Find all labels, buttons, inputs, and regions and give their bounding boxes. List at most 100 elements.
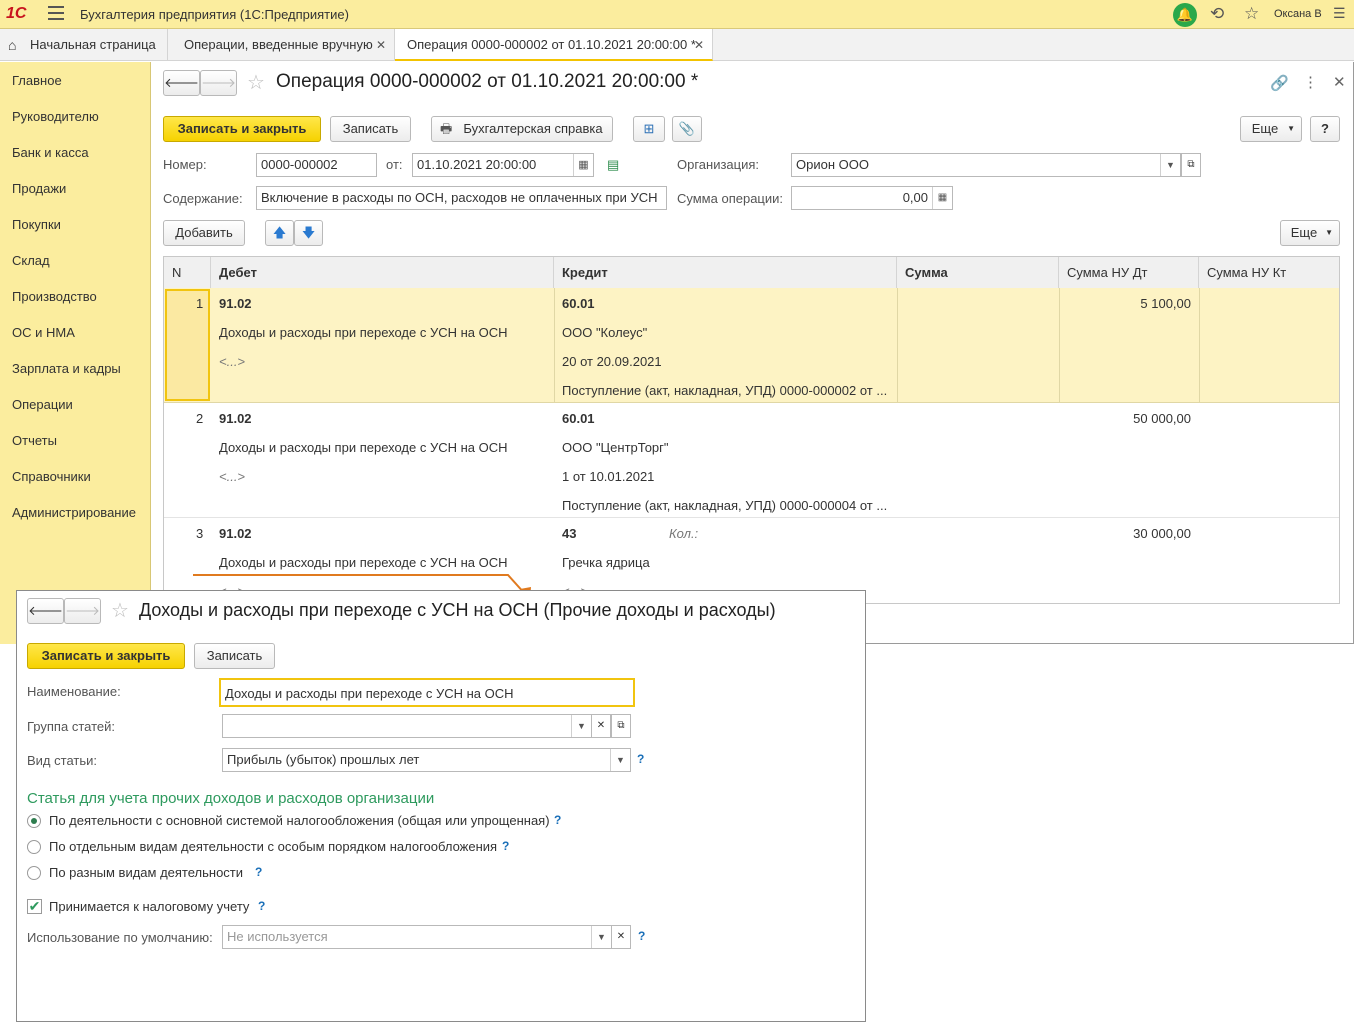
column-header-debit[interactable]: Дебет: [211, 257, 554, 288]
accounting-report-button[interactable]: 🖶 Бухгалтерская справка: [431, 116, 613, 142]
debit-subconto-empty[interactable]: <...>: [219, 469, 245, 484]
sidebar-item-warehouse[interactable]: Склад: [12, 253, 50, 268]
credit-subconto-3[interactable]: Поступление (акт, накладная, УПД) 0000-0…: [562, 383, 887, 398]
sidebar-item-admin[interactable]: Администрирование: [12, 505, 136, 520]
credit-quantity-label[interactable]: Кол.:: [669, 526, 698, 541]
save-button[interactable]: Записать: [194, 643, 275, 669]
favorite-star-icon[interactable]: ☆: [111, 598, 129, 623]
back-button[interactable]: 🡐: [163, 70, 200, 96]
credit-subconto-1[interactable]: ООО "Колеус": [562, 325, 647, 340]
forward-button[interactable]: 🡒: [200, 70, 237, 96]
column-header-n[interactable]: N: [164, 257, 211, 288]
number-field[interactable]: 0000-000002: [256, 153, 377, 177]
sidebar-item-bank[interactable]: Банк и касса: [12, 145, 89, 160]
open-icon[interactable]: ⧉: [1181, 153, 1201, 177]
user-name[interactable]: Оксана В: [1274, 8, 1322, 20]
tax-accounting-label[interactable]: Принимается к налоговому учету: [49, 899, 249, 914]
column-header-sum[interactable]: Сумма: [897, 257, 1059, 288]
group-field[interactable]: ▼: [222, 714, 592, 738]
close-tab-icon[interactable]: ✕: [376, 29, 386, 61]
help-icon[interactable]: ?: [258, 899, 265, 913]
sidebar-item-reports[interactable]: Отчеты: [12, 433, 57, 448]
content-field[interactable]: Включение в расходы по ОСН, расходов не …: [256, 186, 667, 210]
sum-nu-dt[interactable]: 30 000,00: [1059, 526, 1191, 541]
chevron-down-icon[interactable]: ▼: [571, 715, 591, 737]
structure-icon[interactable]: ⊞: [633, 116, 665, 142]
save-button[interactable]: Записать: [330, 116, 411, 142]
sidebar-item-salary[interactable]: Зарплата и кадры: [12, 361, 121, 376]
organization-field[interactable]: Орион ООО ▼: [791, 153, 1181, 177]
radio-main-taxation[interactable]: [27, 814, 41, 828]
sidebar-item-operations[interactable]: Операции: [12, 397, 73, 412]
tab-home[interactable]: ⌂ Начальная страница: [0, 29, 168, 61]
help-button[interactable]: ?: [1310, 116, 1340, 142]
credit-account[interactable]: 60.01: [562, 411, 595, 426]
date-field[interactable]: 01.10.2021 20:00:00 ▦: [412, 153, 594, 177]
main-menu-icon[interactable]: [48, 6, 64, 20]
tab-operation[interactable]: Операция 0000-000002 от 01.10.2021 20:00…: [395, 29, 713, 61]
close-icon[interactable]: ✕: [1333, 73, 1346, 91]
debit-subconto[interactable]: Доходы и расходы при переходе с УСН на О…: [219, 325, 508, 340]
open-icon[interactable]: ⧉: [611, 714, 631, 738]
back-button[interactable]: 🡐: [27, 598, 64, 624]
clear-icon[interactable]: ✕: [611, 925, 631, 949]
credit-account[interactable]: 60.01: [562, 296, 595, 311]
save-close-button[interactable]: Записать и закрыть: [163, 116, 321, 142]
close-tab-icon[interactable]: ✕: [694, 29, 704, 61]
sidebar-item-production[interactable]: Производство: [12, 289, 97, 304]
sidebar-item-main[interactable]: Главное: [12, 73, 62, 88]
sum-nu-dt[interactable]: 50 000,00: [1059, 411, 1191, 426]
column-header-sum-nu-dt[interactable]: Сумма НУ Дт: [1059, 257, 1199, 288]
chevron-down-icon[interactable]: ▼: [610, 749, 630, 771]
clear-icon[interactable]: ✕: [591, 714, 611, 738]
more-button[interactable]: Еще ▼: [1240, 116, 1302, 142]
more-actions-icon[interactable]: ⋮: [1303, 73, 1318, 91]
history-icon[interactable]: ⟲: [1210, 4, 1224, 24]
tab-manual-operations[interactable]: Операции, введенные вручную ✕: [168, 29, 395, 61]
debit-account[interactable]: 91.02: [219, 296, 252, 311]
sum-nu-dt[interactable]: 5 100,00: [1059, 296, 1191, 311]
credit-subconto-2[interactable]: 1 от 10.01.2021: [562, 469, 654, 484]
radio-main-taxation-label[interactable]: По деятельности с основной системой нало…: [49, 813, 550, 828]
radio-various-activities-label[interactable]: По разным видам деятельности: [49, 865, 243, 880]
credit-subconto-2[interactable]: 20 от 20.09.2021: [562, 354, 662, 369]
forward-button[interactable]: 🡒: [64, 598, 101, 624]
credit-subconto-1[interactable]: ООО "ЦентрТорг": [562, 440, 669, 455]
notifications-bell-icon[interactable]: 🔔: [1173, 3, 1197, 27]
debit-account[interactable]: 91.02: [219, 411, 252, 426]
system-menu-icon[interactable]: ☰: [1333, 5, 1346, 22]
calendar-icon[interactable]: ▦: [573, 154, 593, 176]
add-row-button[interactable]: Добавить: [163, 220, 245, 246]
debit-account[interactable]: 91.02: [219, 526, 252, 541]
sidebar-item-fixed-assets[interactable]: ОС и НМА: [12, 325, 75, 340]
column-header-sum-nu-kt[interactable]: Сумма НУ Кт: [1199, 257, 1339, 288]
radio-special-taxation-label[interactable]: По отдельным видам деятельности с особым…: [49, 839, 497, 854]
sidebar-item-sales[interactable]: Продажи: [12, 181, 66, 196]
move-down-icon[interactable]: 🡇: [294, 220, 323, 246]
chevron-down-icon[interactable]: ▼: [591, 926, 611, 948]
favorites-star-icon[interactable]: ☆: [1244, 4, 1259, 24]
column-header-credit[interactable]: Кредит: [554, 257, 897, 288]
sum-field[interactable]: 0,00 ▦: [791, 186, 953, 210]
favorite-star-icon[interactable]: ☆: [247, 70, 265, 95]
period-edit-icon[interactable]: ▤: [607, 157, 619, 173]
table-more-button[interactable]: Еще ▼: [1280, 220, 1340, 246]
link-icon[interactable]: 🔗: [1270, 74, 1289, 92]
radio-various-activities[interactable]: [27, 866, 41, 880]
current-cell[interactable]: [165, 289, 210, 401]
credit-account[interactable]: 43: [562, 526, 576, 541]
help-icon[interactable]: ?: [255, 865, 262, 879]
name-field[interactable]: Доходы и расходы при переходе с УСН на О…: [219, 678, 635, 707]
help-icon[interactable]: ?: [554, 813, 561, 827]
usage-field[interactable]: Не используется ▼: [222, 925, 612, 949]
attach-icon[interactable]: 📎: [672, 116, 702, 142]
credit-subconto-1[interactable]: Гречка ядрица: [562, 555, 650, 570]
sidebar-item-manager[interactable]: Руководителю: [12, 109, 99, 124]
radio-special-taxation[interactable]: [27, 840, 41, 854]
move-up-icon[interactable]: 🡅: [265, 220, 294, 246]
debit-subconto[interactable]: Доходы и расходы при переходе с УСН на О…: [219, 440, 508, 455]
sidebar-item-purchases[interactable]: Покупки: [12, 217, 61, 232]
save-close-button[interactable]: Записать и закрыть: [27, 643, 185, 669]
tax-accounting-checkbox[interactable]: ✔: [27, 899, 42, 914]
help-icon[interactable]: ?: [637, 752, 644, 766]
